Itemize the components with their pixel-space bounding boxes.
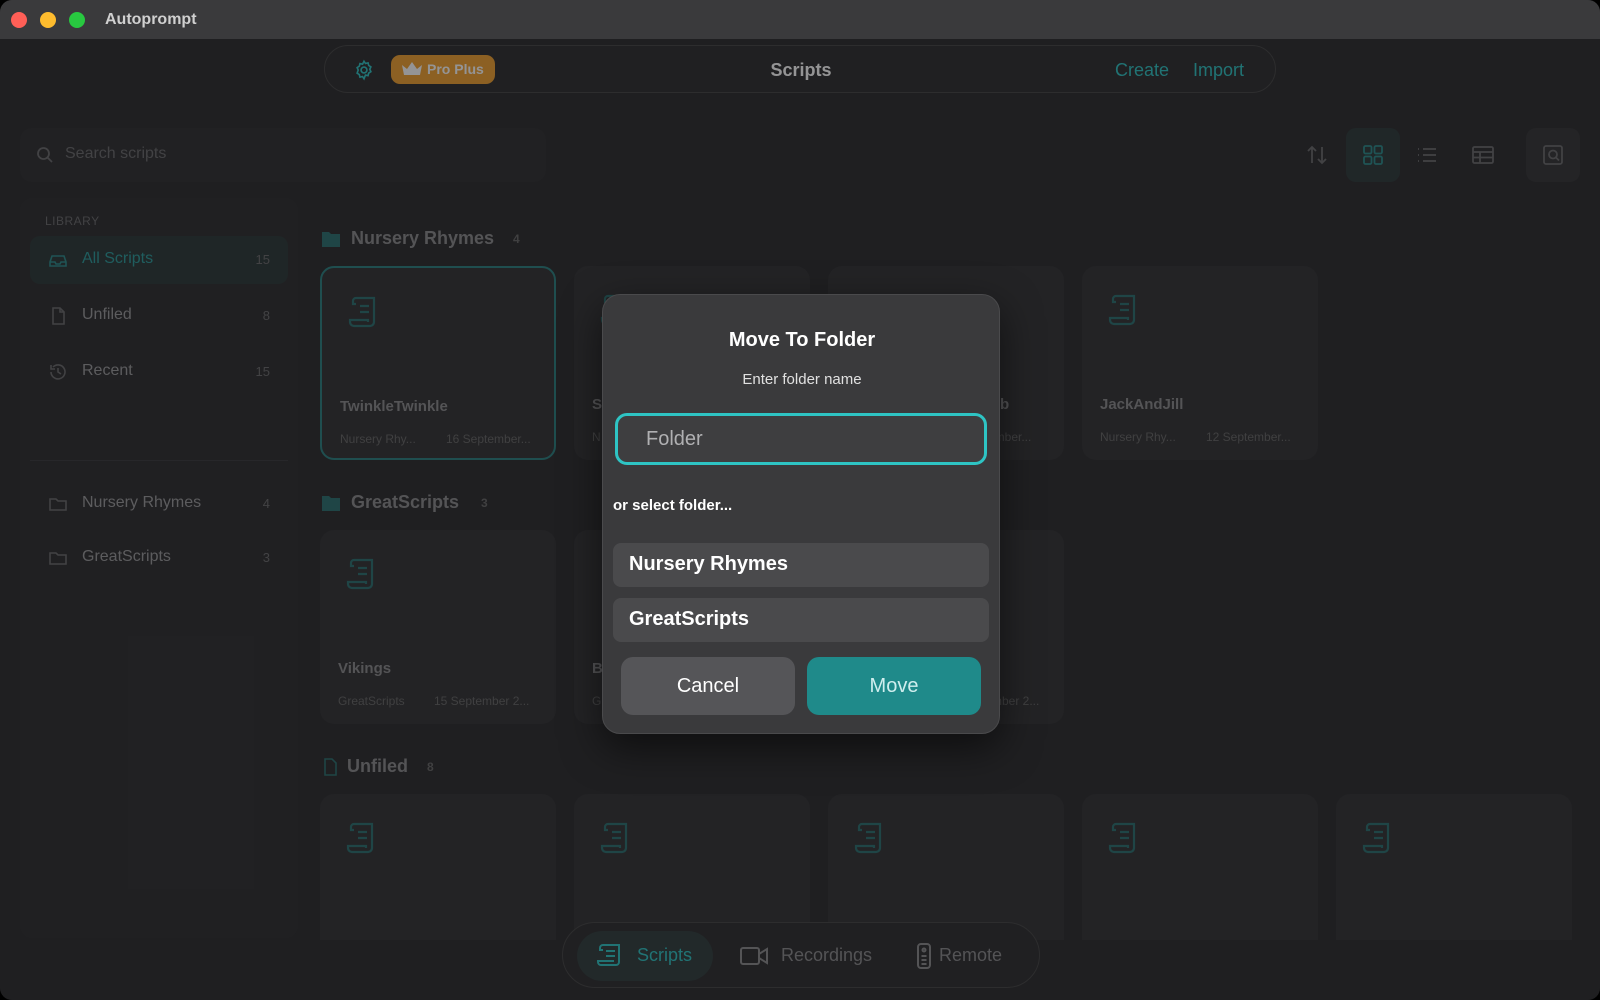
folder-option-greatscripts[interactable]: GreatScripts [613, 598, 989, 642]
app-title: Autoprompt [105, 11, 197, 28]
cancel-button[interactable]: Cancel [621, 657, 795, 715]
minimize-window-button[interactable] [40, 12, 56, 28]
title-bar: Autoprompt [0, 0, 1600, 40]
select-folder-label: or select folder... [613, 497, 733, 514]
dialog-subtitle: Enter folder name [742, 371, 862, 388]
move-to-folder-dialog: Move To Folder Enter folder name or sele… [602, 294, 1000, 734]
close-window-button[interactable] [11, 12, 27, 28]
zoom-window-button[interactable] [69, 12, 85, 28]
move-button[interactable]: Move [807, 657, 981, 715]
dialog-title: Move To Folder [728, 329, 876, 351]
folder-name-input[interactable] [615, 413, 987, 465]
folder-option-nursery-rhymes[interactable]: Nursery Rhymes [613, 543, 989, 587]
app-window: Autoprompt Pro Plus Scripts Create Impor… [0, 0, 1600, 1000]
